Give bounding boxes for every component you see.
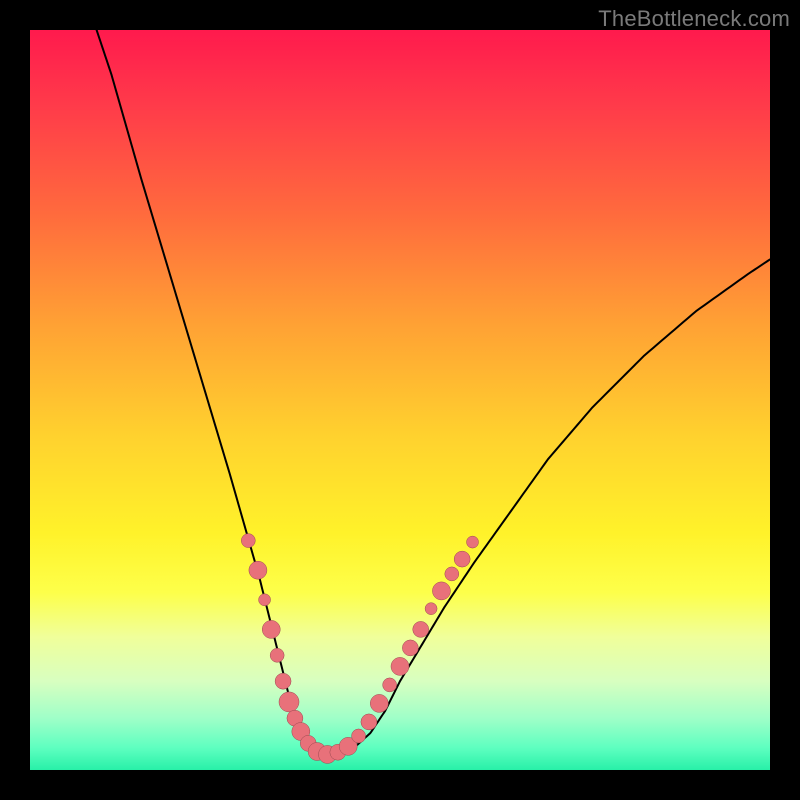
chart-root: TheBottleneck.com	[0, 0, 800, 800]
marker-dot	[391, 657, 409, 675]
marker-dot	[383, 678, 397, 692]
marker-dot	[270, 648, 284, 662]
marker-dot	[370, 694, 388, 712]
marker-dot	[259, 594, 271, 606]
curve-group	[97, 30, 770, 763]
marker-dot	[249, 561, 267, 579]
marker-dot	[279, 692, 299, 712]
marker-dot	[454, 551, 470, 567]
marker-dot	[413, 621, 429, 637]
marker-dot	[262, 620, 280, 638]
marker-dot	[445, 567, 459, 581]
bottleneck-curve	[97, 30, 770, 755]
curve-markers	[241, 534, 478, 764]
marker-dot	[361, 714, 377, 730]
marker-dot	[352, 729, 366, 743]
marker-dot	[275, 673, 291, 689]
marker-dot	[402, 640, 418, 656]
marker-dot	[425, 603, 437, 615]
chart-overlay	[0, 0, 800, 800]
marker-dot	[241, 534, 255, 548]
marker-dot	[467, 536, 479, 548]
marker-dot	[432, 582, 450, 600]
